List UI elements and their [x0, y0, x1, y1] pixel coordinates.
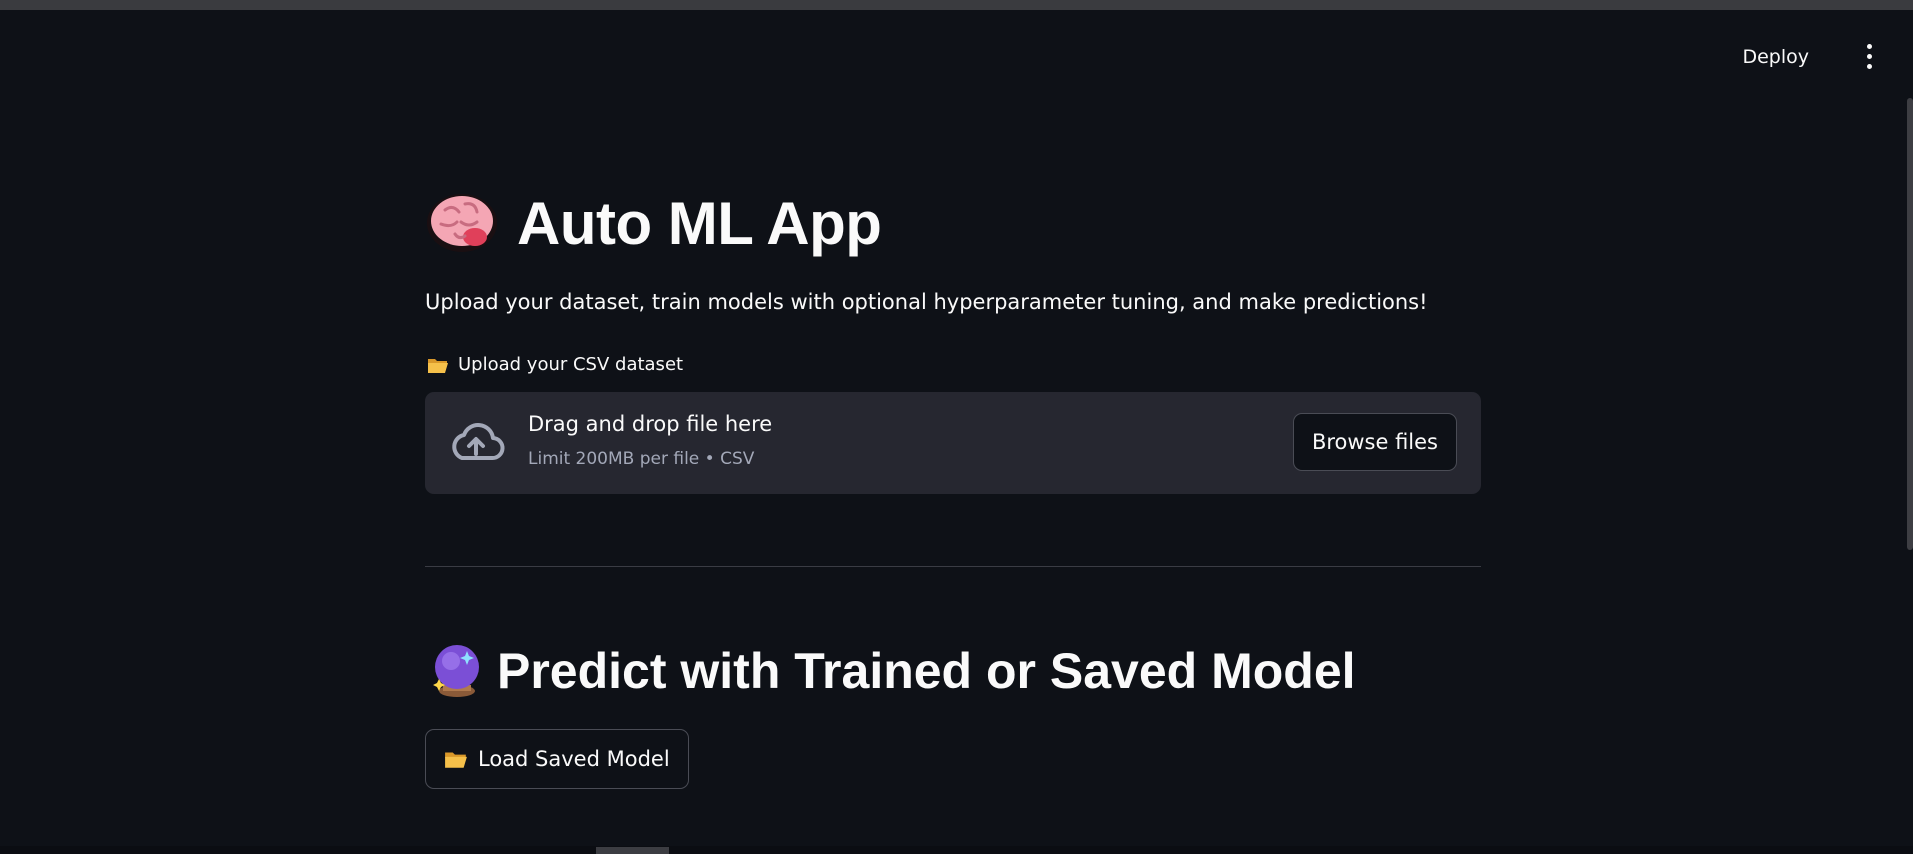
section-divider: [425, 566, 1481, 567]
load-saved-model-button[interactable]: Load Saved Model: [425, 729, 689, 789]
page-title: Auto ML App: [517, 189, 882, 257]
open-folder-icon: [444, 749, 468, 769]
vertical-dots-icon[interactable]: [1859, 42, 1879, 72]
upload-label-text: Upload your CSV dataset: [458, 354, 684, 375]
browse-files-button[interactable]: Browse files: [1292, 413, 1457, 471]
app-header: Deploy: [0, 10, 1913, 98]
page-subtitle: Upload your dataset, train models with o…: [425, 290, 1428, 314]
page-title-row: Auto ML App: [425, 183, 882, 263]
upload-label: Upload your CSV dataset: [427, 354, 683, 375]
horizontal-scrollbar-thumb[interactable]: [596, 847, 669, 854]
predict-section-title-row: Predict with Trained or Saved Model: [431, 636, 1356, 706]
cloud-upload-icon: [447, 420, 505, 466]
crystal-ball-icon: [431, 643, 483, 699]
dropzone-instructions: Drag and drop file here: [528, 412, 773, 436]
predict-section-title: Predict with Trained or Saved Model: [497, 643, 1356, 699]
open-folder-icon: [427, 356, 449, 374]
file-dropzone[interactable]: Drag and drop file here Limit 200MB per …: [425, 392, 1481, 494]
deploy-button[interactable]: Deploy: [1734, 40, 1817, 74]
horizontal-scrollbar[interactable]: [0, 846, 1913, 854]
load-saved-model-label: Load Saved Model: [478, 747, 670, 771]
browser-top-strip: [0, 0, 1913, 10]
brain-icon: [425, 192, 499, 254]
dropzone-limit-text: Limit 200MB per file • CSV: [528, 449, 755, 469]
vertical-scrollbar[interactable]: [1907, 98, 1913, 550]
